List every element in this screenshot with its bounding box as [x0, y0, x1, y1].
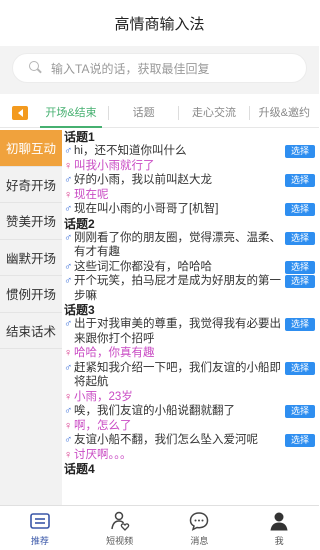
select-button[interactable]: 选择: [285, 434, 315, 447]
select-button[interactable]: 选择: [285, 174, 315, 187]
his-line: 刚刚看了你的朋友圈，觉得漂亮、温柔、有才有趣: [74, 231, 281, 259]
her-line: 讨厌啊。。。: [74, 448, 132, 461]
female-symbol-icon: ♀: [64, 390, 73, 403]
dialogue-row: ♂ 现在叫小雨的小哥哥了[机智] 选择: [64, 202, 319, 217]
bottom-nav: 推荐 短视频 消息 我: [0, 505, 319, 550]
dialogue-row: ♂ 刚刚看了你的朋友圈，觉得漂亮、温柔、有才有趣 选择: [64, 231, 319, 260]
dialogue-row: ♂ 这些词汇你都没有，哈哈哈 选择: [64, 260, 319, 275]
nav-short-video[interactable]: 短视频: [80, 506, 160, 550]
his-line: 赶紧知我介绍一下吧，我们友谊的小船即将起航: [74, 361, 281, 389]
his-line: 现在叫小雨的小哥哥了[机智]: [74, 203, 219, 215]
his-line: 出于对我审美的尊重，我觉得我有必要出来跟你打个招呼: [74, 318, 281, 345]
male-symbol-icon: ♂: [64, 405, 73, 417]
his-line: 唉，我们友谊的小船说翻就翻了: [74, 405, 235, 417]
his-line: hi，还不知道你叫什么: [74, 145, 187, 157]
select-button[interactable]: 选择: [285, 145, 315, 158]
list-card-icon: [30, 512, 50, 529]
chat-bubble-icon: [190, 511, 209, 531]
male-symbol-icon: ♂: [64, 318, 73, 330]
topic-title: 话题2: [64, 216, 95, 231]
male-symbol-icon: ♂: [64, 275, 73, 287]
dialogue-row: ♂ 开个玩笑，拍马屁才是成为好朋友的第一步嘛 选择: [64, 274, 319, 303]
his-line: 友谊小船不翻，我们怎么坠入爱河呢: [74, 434, 258, 446]
select-button[interactable]: 选择: [285, 203, 315, 216]
nav-messages[interactable]: 消息: [160, 506, 240, 550]
male-symbol-icon: ♂: [64, 145, 73, 157]
sidebar-item-curious-opening[interactable]: 好奇开场: [0, 167, 62, 203]
topic-title: 话题3: [64, 303, 95, 317]
dialogue-row: ♀ 现在呢: [64, 188, 319, 203]
female-symbol-icon: ♀: [64, 188, 73, 201]
app-root: 高情商输入法 输入TA说的话，获取最佳回复 开场&结束 话题 走心交流 升级&邀…: [0, 0, 319, 550]
sidebar-item-humor-opening[interactable]: 幽默开场: [0, 240, 62, 276]
tab-opening-ending[interactable]: 开场&结束: [34, 98, 108, 128]
select-button[interactable]: 选择: [285, 405, 315, 418]
select-button[interactable]: 选择: [285, 275, 315, 288]
sidebar: 初聊互动 好奇开场 赞美开场 幽默开场 惯例开场 结束话术: [0, 130, 62, 505]
select-button[interactable]: 选择: [285, 361, 315, 375]
male-symbol-icon: ♂: [64, 434, 73, 446]
her-line: 哈哈，你真有趣: [74, 347, 155, 359]
dialogue-row: ♀ 哈哈，你真有趣: [64, 346, 319, 361]
topic-title: 话题1: [64, 130, 95, 144]
nav-label: 短视频: [106, 535, 134, 546]
male-symbol-icon: ♂: [64, 231, 73, 244]
male-symbol-icon: ♂: [64, 260, 73, 273]
dialogue-row: ♀ 小雨，23岁: [64, 390, 319, 405]
dialogue-row: ♂ 友谊小船不翻，我们怎么坠入爱河呢 选择: [64, 433, 319, 448]
dialogue-row: ♀ 讨厌啊。。。: [64, 448, 319, 463]
script-list[interactable]: 话题1 ♂ hi，还不知道你叫什么 选择 ♀ 叫我小雨就行了 ♂ 好的小雨，我以前叫赵大龙 选择…: [62, 130, 319, 505]
nav-label: 我: [274, 535, 284, 546]
heart-person-icon: [110, 511, 129, 531]
nav-recommend[interactable]: 推荐: [0, 506, 80, 550]
dialogue-row: ♂ 赶紧知我介绍一下吧，我们友谊的小船即将起航 选择: [64, 361, 319, 390]
dialogue-row: ♂ 好的小雨，我以前叫赵大龙 选择: [64, 173, 319, 188]
sidebar-item-first-chat[interactable]: 初聊互动: [0, 130, 62, 167]
dialogue-row: ♀ 叫我小雨就行了: [64, 159, 319, 174]
select-button[interactable]: 选择: [285, 318, 315, 331]
his-line: 开个玩笑，拍马屁才是成为好朋友的第一步嘛: [74, 275, 281, 302]
dialogue-row: ♂ hi，还不知道你叫什么 选择: [64, 144, 319, 159]
nav-label: 消息: [190, 535, 209, 546]
his-line: 好的小雨，我以前叫赵大龙: [74, 174, 212, 186]
sidebar-item-routine-opening[interactable]: 惯例开场: [0, 276, 62, 313]
female-symbol-icon: ♀: [64, 419, 73, 432]
nav-label: 推荐: [30, 535, 49, 546]
male-symbol-icon: ♂: [64, 174, 73, 186]
tab-topic[interactable]: 话题: [109, 98, 178, 128]
search-area: 输入TA说的话，获取最佳回复: [0, 46, 319, 94]
her-line: 叫我小雨就行了: [74, 159, 155, 172]
male-symbol-icon: ♂: [64, 203, 73, 215]
select-button[interactable]: 选择: [285, 260, 315, 274]
sidebar-item-praise-opening[interactable]: 赞美开场: [0, 203, 62, 240]
female-symbol-icon: ♀: [64, 448, 73, 461]
topic-title: 话题4: [64, 462, 95, 476]
dialogue-row: ♂ 出于对我审美的尊重，我觉得我有必要出来跟你打个招呼 选择: [64, 317, 319, 346]
her-line: 啊，怎么了: [74, 419, 132, 432]
search-icon: [29, 61, 43, 75]
back-arrow-icon[interactable]: [12, 105, 28, 120]
page-title: 高情商输入法: [0, 0, 319, 46]
search-input[interactable]: 输入TA说的话，获取最佳回复: [12, 53, 307, 83]
her-line: 现在呢: [74, 188, 109, 201]
nav-me[interactable]: 我: [239, 506, 319, 550]
female-symbol-icon: ♀: [64, 347, 73, 359]
category-tabs: 开场&结束 话题 走心交流 升级&邀约: [0, 98, 319, 128]
select-button[interactable]: 选择: [285, 231, 315, 245]
tab-heart-talk[interactable]: 走心交流: [179, 98, 248, 128]
dialogue-row: ♀ 啊，怎么了: [64, 419, 319, 434]
his-line: 这些词汇你都没有，哈哈哈: [74, 260, 212, 273]
her-line: 小雨，23岁: [74, 390, 133, 403]
user-icon: [270, 512, 288, 530]
dialogue-row: ♂ 唉，我们友谊的小船说翻就翻了 选择: [64, 404, 319, 419]
tab-upgrade-invite[interactable]: 升级&邀约: [250, 98, 319, 128]
female-symbol-icon: ♀: [64, 159, 73, 172]
sidebar-item-ending-script[interactable]: 结束话术: [0, 313, 62, 349]
male-symbol-icon: ♂: [64, 361, 73, 374]
search-placeholder: 输入TA说的话，获取最佳回复: [51, 61, 210, 76]
